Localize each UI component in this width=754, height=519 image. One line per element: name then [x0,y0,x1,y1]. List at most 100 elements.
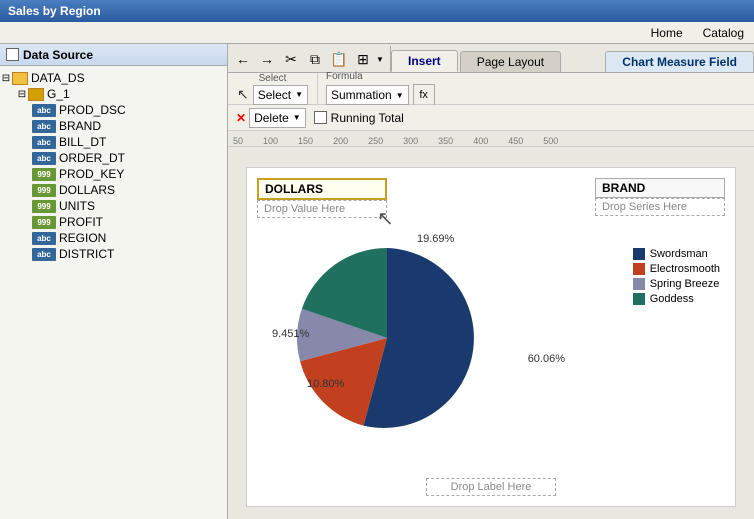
tab-page-layout[interactable]: Page Layout [460,51,561,72]
pct-left: 9.451% [272,328,309,340]
tab-insert[interactable]: Insert [391,50,458,72]
legend-item-1: Electrosmooth [633,263,720,275]
drop-zone-label[interactable]: Drop Label Here [426,478,556,496]
tree-item-7[interactable]: 999 PROFIT [0,214,227,230]
field-name-7: PROFIT [59,215,103,229]
pct-bottom-left: 10.80% [307,378,344,390]
summation-dropdown[interactable]: Summation ▼ [326,85,409,105]
expand-g1[interactable]: ⊟ [16,88,28,100]
toolbar-export-arrow-btn[interactable]: ▼ [374,48,386,70]
collapse-checkbox[interactable] [6,48,19,61]
drop-zone-dollars[interactable]: DOLLARS Drop Value Here ↖ [257,178,387,218]
type-badge-0: abc [32,104,56,117]
menu-bar: Home Catalog [0,22,754,44]
field-name-1: BRAND [59,119,101,133]
chart-legend: Swordsman Electrosmooth Spring Breeze Go… [633,248,720,308]
toolbar-export-btn[interactable]: ⊞ [352,48,374,70]
menu-catalog[interactable]: Catalog [693,24,754,42]
ruler-tick-50: 50 [233,136,243,146]
select-section-label: Select [259,73,287,84]
type-badge-9: abc [32,248,56,261]
tree-item-6[interactable]: 999 UNITS [0,198,227,214]
pie-chart-wrapper [277,228,557,468]
type-badge-6: 999 [32,200,56,213]
app-title: Sales by Region [8,4,101,18]
pct-top: 19.69% [417,233,454,245]
drop-label-placeholder: Drop Label Here [426,478,556,496]
pie-chart-svg [277,228,497,448]
delete-dropdown-arrow: ▼ [293,113,301,122]
legend-color-goddess [633,293,645,305]
datasource-title: Data Source [23,48,93,62]
drop-series-placeholder: Drop Series Here [595,198,725,216]
tree-label-g1: G_1 [47,87,70,101]
running-total-section: Running Total [314,111,404,125]
delete-section: ✕ Delete ▼ [236,108,306,128]
legend-label-spring-breeze: Spring Breeze [650,278,720,290]
ruler-tick-300: 300 [403,136,418,146]
legend-label-goddess: Goddess [650,293,694,305]
type-badge-5: 999 [32,184,56,197]
tree-item-5[interactable]: 999 DOLLARS [0,182,227,198]
legend-color-swordsman [633,248,645,260]
drop-series-label: BRAND [595,178,725,198]
ruler-tick-100: 100 [263,136,278,146]
legend-item-0: Swordsman [633,248,720,260]
tree-item-9[interactable]: abc DISTRICT [0,246,227,262]
expand-datads[interactable]: ⊟ [0,72,12,84]
ruler-tick-400: 400 [473,136,488,146]
field-name-3: ORDER_DT [59,151,125,165]
tree-item-datads[interactable]: ⊟ DATA_DS [0,70,227,86]
field-name-0: PROD_DSC [59,103,126,117]
drop-value-placeholder: Drop Value Here [257,200,387,218]
toolbar-paste-btn[interactable]: 📋 [328,48,350,70]
tree-item-g1[interactable]: ⊟ G_1 [0,86,227,102]
chart-area: DOLLARS Drop Value Here ↖ BRAND Drop Ser… [228,147,754,519]
field-name-4: PROD_KEY [59,167,124,181]
toolbar-row: Select ↖ Select ▼ Formula Summation ▼ [228,73,754,105]
tree-label-datads: DATA_DS [31,71,85,85]
tree-item-1[interactable]: abc BRAND [0,118,227,134]
field-name-6: UNITS [59,199,95,213]
type-badge-1: abc [32,120,56,133]
legend-label-electrosmooth: Electrosmooth [650,263,720,275]
tree-item-3[interactable]: abc ORDER_DT [0,150,227,166]
delete-label: Delete [254,111,289,125]
chart-container: DOLLARS Drop Value Here ↖ BRAND Drop Ser… [246,167,736,507]
formula-calc-btn[interactable]: fx [413,84,435,106]
select-dropdown[interactable]: Select ▼ [253,85,308,105]
running-total-checkbox[interactable] [314,111,327,124]
title-bar: Sales by Region [0,0,754,22]
type-badge-7: 999 [32,216,56,229]
field-name-5: DOLLARS [59,183,115,197]
datasource-header: Data Source [0,44,227,66]
menu-home[interactable]: Home [641,24,693,42]
field-name-8: REGION [59,231,106,245]
type-badge-4: 999 [32,168,56,181]
toolbar-forward-btn[interactable]: → [256,48,278,70]
tree-item-4[interactable]: 999 PROD_KEY [0,166,227,182]
folder-icon-datads [12,72,28,85]
field-name-2: BILL_DT [59,135,106,149]
right-panel: ← → ✂ ⧉ 📋 ⊞ ▼ Insert Page Layout Chart M… [228,44,754,519]
tab-chart-measure-field[interactable]: Chart Measure Field [605,51,754,72]
toolbar-copy-btn[interactable]: ⧉ [304,48,326,70]
drop-value-label: DOLLARS [257,178,387,200]
folder-icon-g1 [28,88,44,101]
summation-label: Summation [331,88,392,102]
delete-row: ✕ Delete ▼ Running Total [228,105,754,131]
formula-section-label: Formula [326,71,363,82]
select-dropdown-arrow: ▼ [295,90,303,99]
x-icon: ✕ [236,111,246,125]
tree-item-8[interactable]: abc REGION [0,230,227,246]
select-section: Select ↖ Select ▼ [228,73,318,104]
tree-item-0[interactable]: abc PROD_DSC [0,102,227,118]
tree-item-2[interactable]: abc BILL_DT [0,134,227,150]
ruler-tick-150: 150 [298,136,313,146]
drop-zone-brand[interactable]: BRAND Drop Series Here [595,178,725,216]
toolbar-back-btn[interactable]: ← [232,48,254,70]
toolbar-cut-btn[interactable]: ✂ [280,48,302,70]
delete-dropdown[interactable]: Delete ▼ [249,108,306,128]
ruler-tick-250: 250 [368,136,383,146]
ruler-tick-350: 350 [438,136,453,146]
